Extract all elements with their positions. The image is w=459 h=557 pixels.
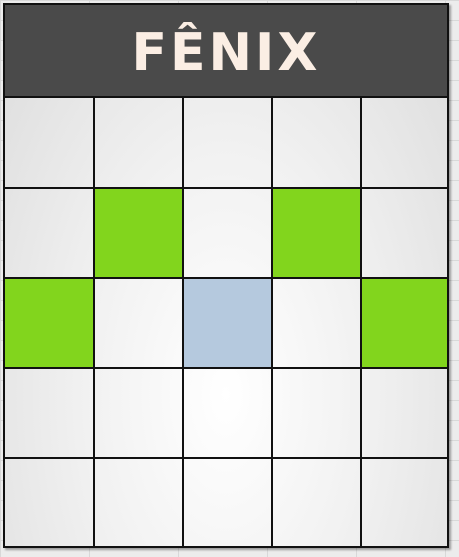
grid-cell-r4-c5[interactable] (361, 368, 447, 458)
grid-cell-r3-c1[interactable] (5, 278, 94, 368)
grid-cell-r1-c3[interactable] (183, 96, 272, 188)
grid-cell-r2-c1[interactable] (5, 188, 94, 278)
grid-line-horizontal (5, 277, 447, 279)
grid-cell-r5-c4[interactable] (272, 458, 361, 546)
grid-cell-r3-c4[interactable] (272, 278, 361, 368)
pattern-board (5, 96, 447, 546)
grid-cell-r2-c5[interactable] (361, 188, 447, 278)
grid-cell-r3-c2[interactable] (94, 278, 183, 368)
grid-cell-r5-c5[interactable] (361, 458, 447, 546)
grid-cell-r3-c3[interactable] (183, 278, 272, 368)
card-title: FÊNIX (131, 22, 321, 83)
grid-cell-r2-c3[interactable] (183, 188, 272, 278)
card-header: FÊNIX (5, 5, 447, 98)
grid-line-horizontal (5, 367, 447, 369)
grid-cell-r4-c3[interactable] (183, 368, 272, 458)
grid-cell-r2-c4[interactable] (272, 188, 361, 278)
grid-cell-r5-c1[interactable] (5, 458, 94, 546)
grid-cell-r1-c4[interactable] (272, 96, 361, 188)
grid-cell-r4-c4[interactable] (272, 368, 361, 458)
grid-cell-r5-c2[interactable] (94, 458, 183, 546)
grid-cell-r1-c1[interactable] (5, 96, 94, 188)
grid-cell-r4-c2[interactable] (94, 368, 183, 458)
grid-cell-r1-c5[interactable] (361, 96, 447, 188)
grid-line-vertical (271, 96, 273, 546)
grid-cell-r5-c3[interactable] (183, 458, 272, 546)
grid-line-vertical (93, 96, 95, 546)
grid-cell-r4-c1[interactable] (5, 368, 94, 458)
grid-line-horizontal (5, 457, 447, 459)
grid-cell-r3-c5[interactable] (361, 278, 447, 368)
grid-line-vertical (182, 96, 184, 546)
pattern-card: FÊNIX (3, 3, 449, 548)
grid-cell-r1-c2[interactable] (94, 96, 183, 188)
grid-line-vertical (360, 96, 362, 546)
grid-cell-r2-c2[interactable] (94, 188, 183, 278)
grid-line-horizontal (5, 187, 447, 189)
